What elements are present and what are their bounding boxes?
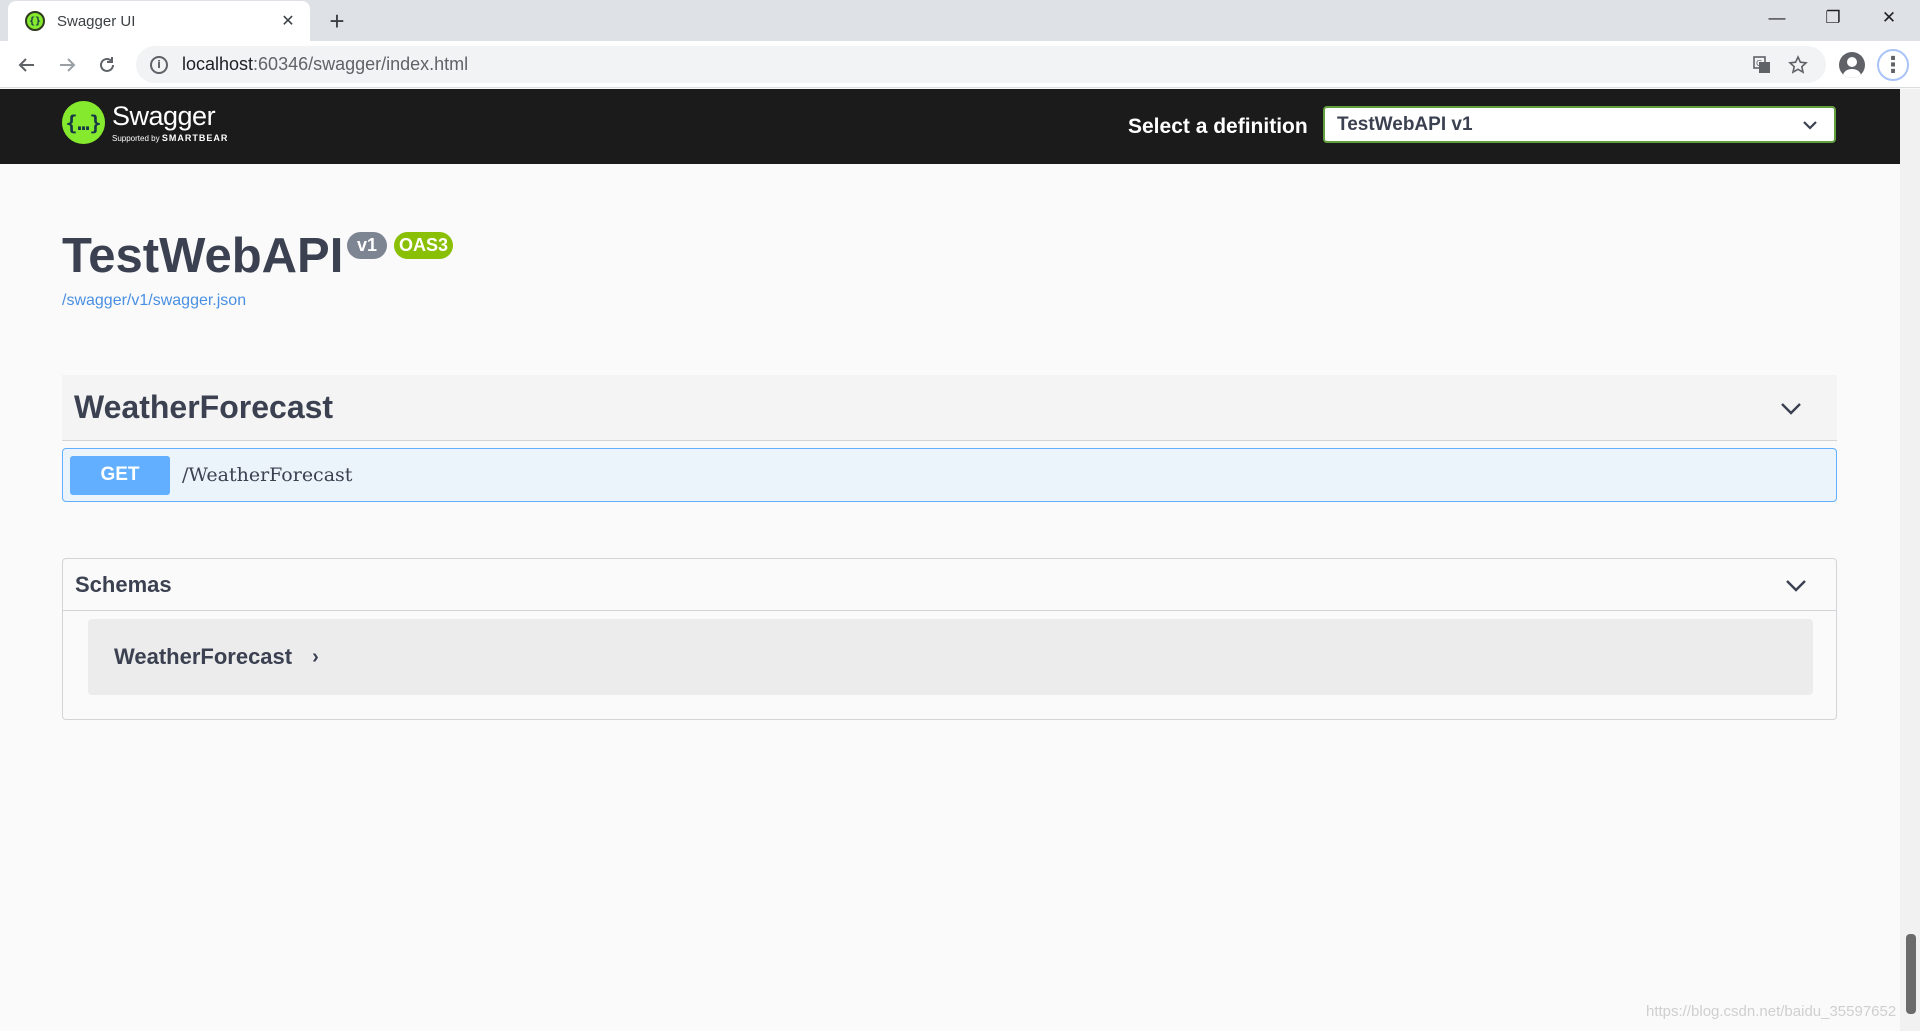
logo-subtitle: Supported by SMARTBEAR — [112, 133, 229, 143]
select-definition-label: Select a definition — [1128, 115, 1308, 138]
window-close-button[interactable]: ✕ — [1864, 0, 1914, 36]
swagger-topbar: {…} Swagger Supported by SMARTBEAR Selec… — [0, 89, 1900, 164]
browser-tabstrip: {} Swagger UI ✕ + — ❐ ✕ — [0, 0, 1920, 41]
schemas-section: Schemas WeatherForecast › — [62, 558, 1837, 720]
schemas-header[interactable]: Schemas — [63, 559, 1836, 611]
address-bar[interactable]: i localhost:60346/swagger/index.html G — [136, 46, 1826, 83]
watermark-text: https://blog.csdn.net/baidu_35597652 — [1646, 1003, 1897, 1020]
tag-name: WeatherForecast — [74, 389, 334, 425]
tag-section-weatherforecast: WeatherForecast GET /WeatherForecast — [62, 375, 1837, 502]
swagger-json-link[interactable]: /swagger/v1/swagger.json — [62, 292, 246, 310]
chevron-down-icon — [1786, 580, 1806, 592]
swagger-logo-icon: {…} — [62, 101, 105, 144]
browser-toolbar: i localhost:60346/swagger/index.html G ⋮ — [0, 41, 1920, 88]
operation-get-weatherforecast[interactable]: GET /WeatherForecast — [62, 448, 1837, 502]
swagger-favicon-icon: {} — [25, 11, 45, 31]
operation-path: /WeatherForecast — [182, 464, 353, 486]
logo-name: Swagger — [112, 101, 216, 131]
api-title: TestWebAPI — [62, 229, 344, 283]
minimize-button[interactable]: — — [1752, 0, 1802, 36]
tab-close-icon[interactable]: ✕ — [276, 9, 300, 33]
forward-arrow-icon[interactable] — [51, 49, 83, 81]
reload-icon[interactable] — [91, 49, 123, 81]
definition-select[interactable]: TestWebAPI v1 — [1323, 106, 1836, 143]
chevron-down-icon — [1803, 121, 1817, 130]
browser-menu-icon[interactable]: ⋮ — [1877, 49, 1909, 81]
restore-button[interactable]: ❐ — [1808, 0, 1858, 36]
svg-text:G: G — [1756, 59, 1762, 68]
scrollbar-thumb[interactable] — [1906, 934, 1916, 1014]
page-scrollbar[interactable] — [1900, 89, 1920, 1031]
tag-header[interactable]: WeatherForecast — [62, 375, 1837, 441]
method-badge: GET — [70, 455, 170, 495]
chevron-down-icon — [1781, 403, 1801, 415]
model-name: WeatherForecast — [114, 644, 293, 669]
browser-tab-swagger[interactable]: {} Swagger UI ✕ — [8, 1, 310, 41]
tab-title: Swagger UI — [57, 12, 136, 30]
translate-icon[interactable]: G — [1750, 53, 1774, 77]
definition-select-value: TestWebAPI v1 — [1337, 113, 1473, 135]
model-weatherforecast[interactable]: WeatherForecast › — [88, 619, 1813, 695]
chevron-right-icon[interactable]: › — [312, 646, 319, 669]
swagger-logo[interactable]: {…} Swagger Supported by SMARTBEAR — [62, 101, 242, 144]
new-tab-button[interactable]: + — [322, 6, 352, 36]
site-info-icon[interactable]: i — [150, 55, 168, 74]
oas-badge: OAS3 — [394, 232, 453, 259]
url-text[interactable]: localhost:60346/swagger/index.html — [182, 54, 468, 75]
profile-avatar-icon[interactable] — [1836, 49, 1868, 81]
schemas-title: Schemas — [75, 571, 172, 597]
bookmark-star-icon[interactable] — [1786, 53, 1810, 77]
version-badge: v1 — [347, 232, 387, 259]
back-arrow-icon[interactable] — [11, 49, 43, 81]
